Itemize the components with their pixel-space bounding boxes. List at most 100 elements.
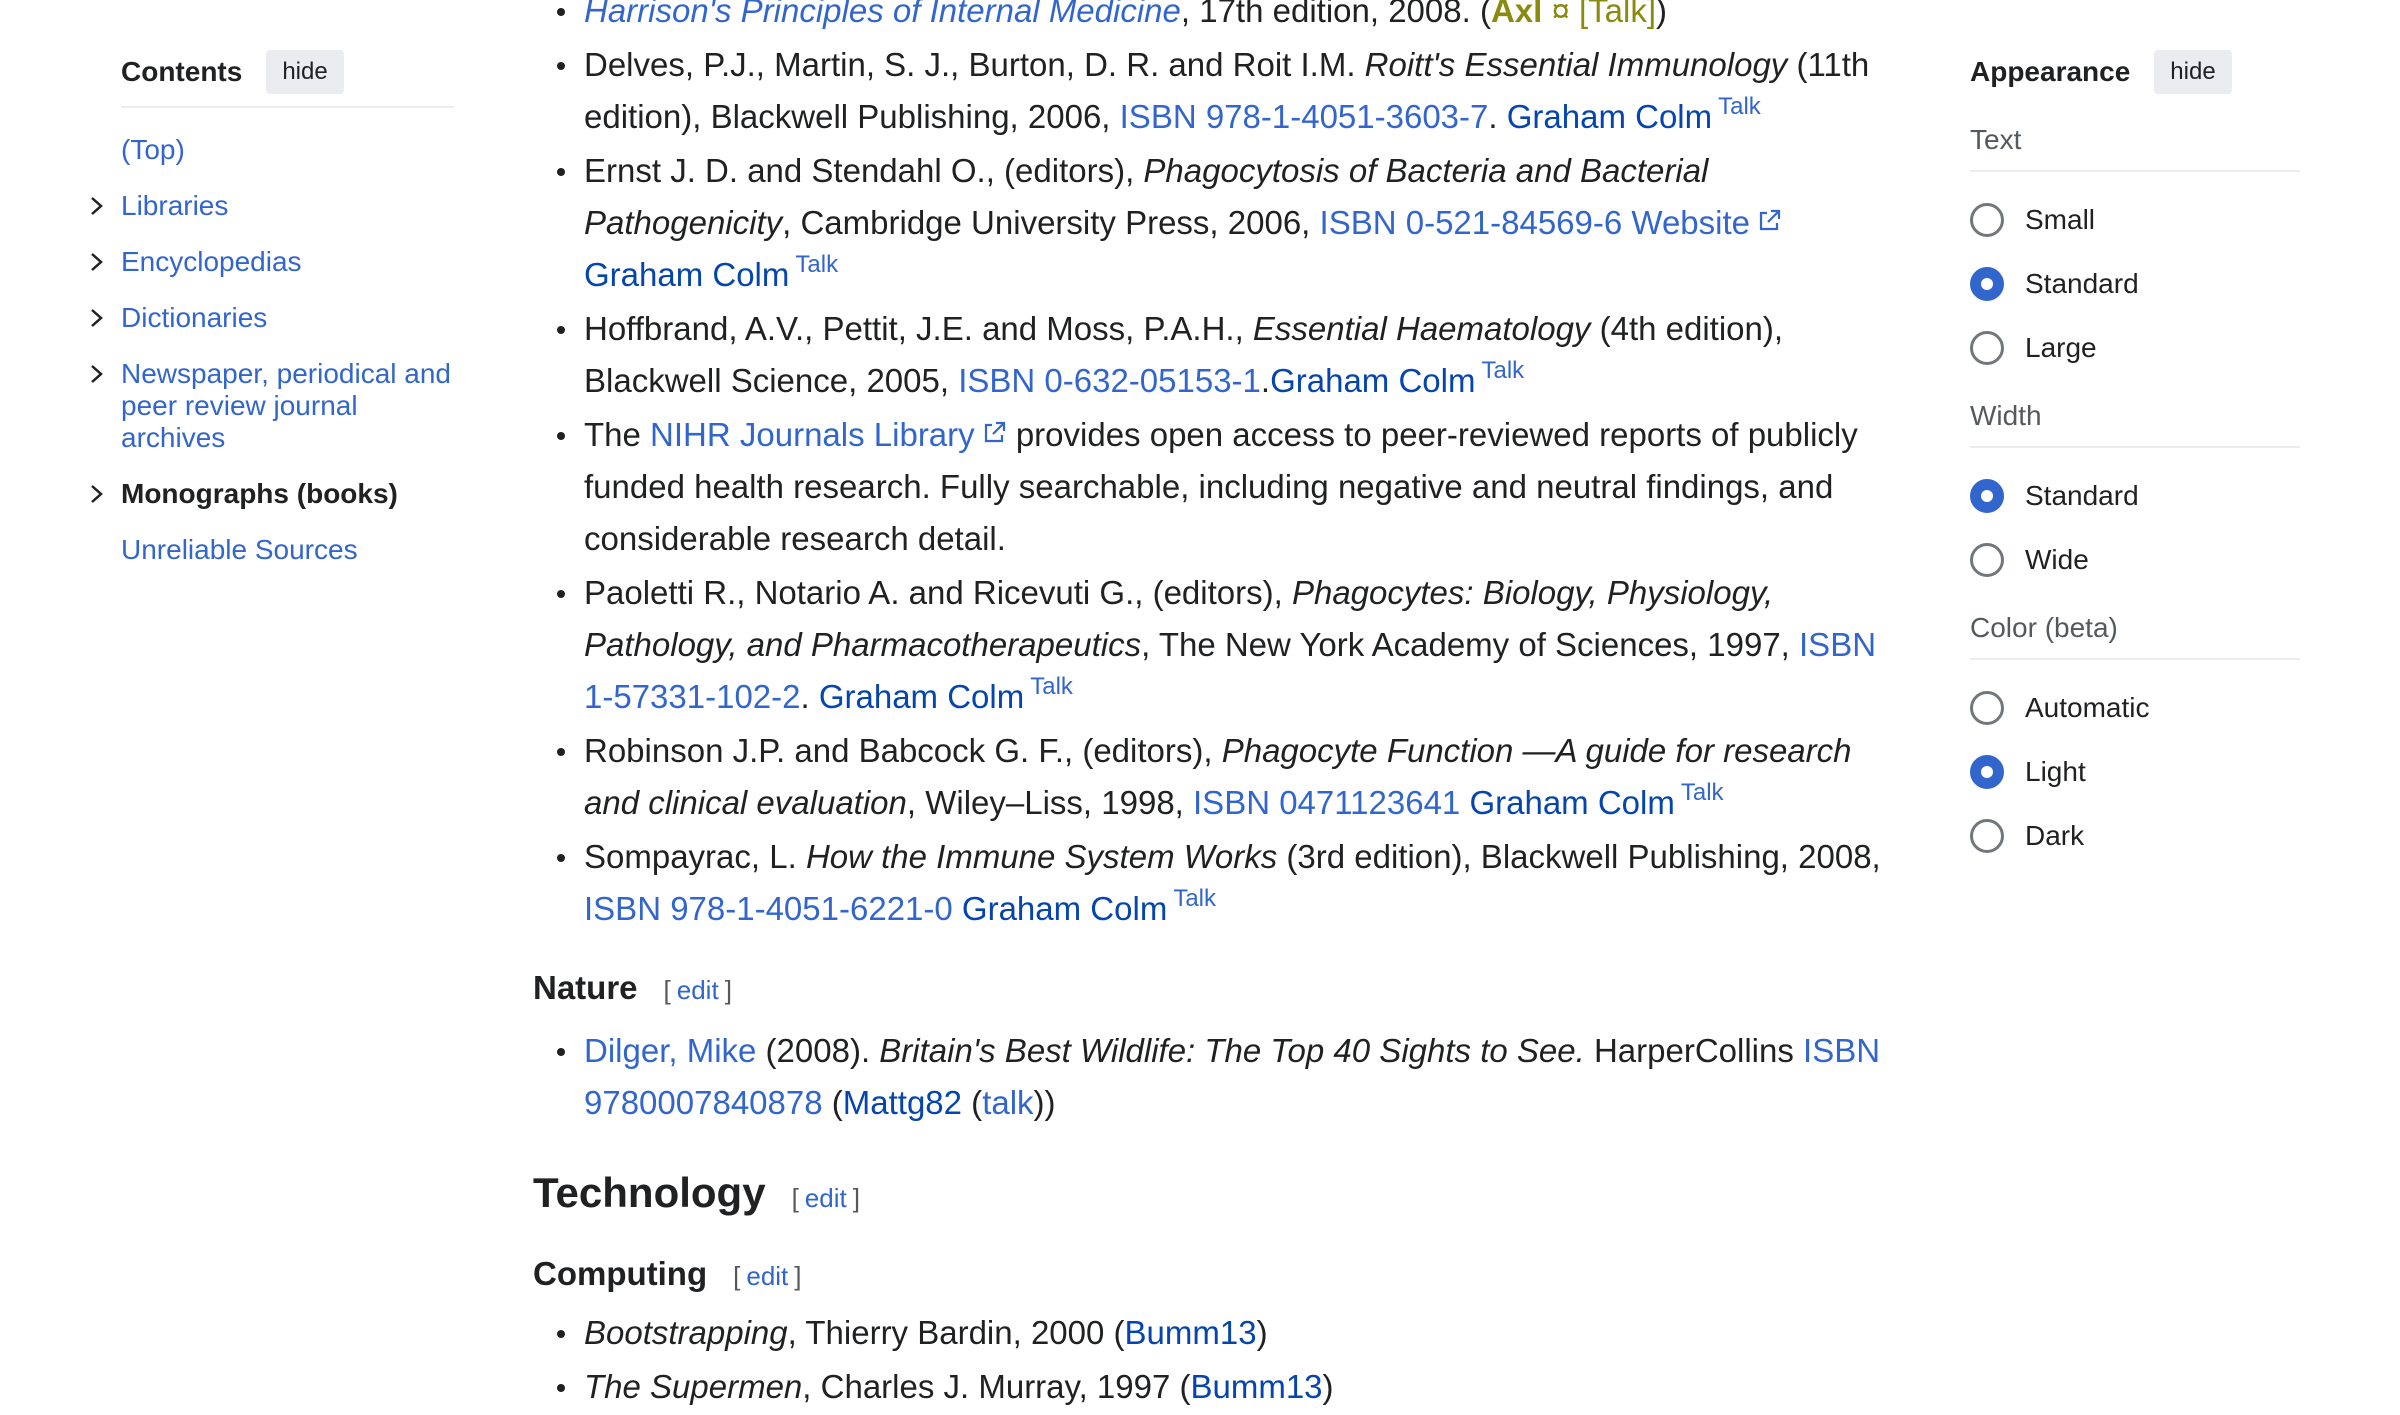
list-item: Paoletti R., Notario A. and Ricevuti G.,… [533,567,1893,723]
talk-link[interactable]: talk [982,1084,1033,1121]
text-size-standard-option[interactable]: Standard [1970,252,2300,316]
text-size-options: Small Standard Large [1970,188,2300,380]
talk-link[interactable]: Talk [1481,357,1524,384]
toc-item-dictionaries[interactable]: Dictionaries [91,302,454,334]
user-link[interactable]: Graham Colm [819,678,1024,715]
appearance-hide-button[interactable]: hide [2154,50,2232,94]
toc-item-label[interactable]: Libraries [121,190,228,221]
user-link[interactable]: Graham Colm [1469,784,1674,821]
chevron-right-icon[interactable] [85,190,109,222]
edit-section-link: [edit] [733,1261,802,1291]
toc-item-monographs[interactable]: Monographs (books) [91,478,454,510]
list-item: The NIHR Journals Library provides open … [533,409,1893,565]
website-link[interactable]: Website [1631,204,1782,241]
list-item: The Supermen, Charles J. Murray, 1997 (B… [533,1361,1893,1413]
user-link[interactable]: Graham Colm [584,256,789,293]
text-size-small-option[interactable]: Small [1970,188,2300,252]
section-heading-nature: Nature [edit] [533,969,732,1006]
option-label: Light [2025,756,2086,787]
list-item: Hoffbrand, A.V., Pettit, J.E. and Moss, … [533,303,1893,407]
edit-link[interactable]: edit [677,975,719,1005]
isbn-link[interactable]: ISBN 0471123641 [1193,784,1460,821]
option-label: Automatic [2025,692,2150,723]
reference-list: Bootstrapping, Thierry Bardin, 2000 (Bum… [533,1307,1893,1413]
text-size-label: Text [1970,124,2300,172]
talk-link[interactable]: [Talk] [1579,0,1656,29]
user-link[interactable]: Mattg82 [843,1084,962,1121]
width-options: Standard Wide [1970,464,2300,592]
book-title: How the Immune System Works [805,838,1278,875]
radio-button[interactable] [1970,543,2004,577]
toc-item-newspaper[interactable]: Newspaper, periodical and peer review jo… [91,358,454,454]
radio-button[interactable] [1970,755,2004,789]
color-dark-option[interactable]: Dark [1970,804,2300,868]
chevron-right-icon[interactable] [85,302,109,334]
color-options: Automatic Light Dark [1970,676,2300,868]
width-standard-option[interactable]: Standard [1970,464,2300,528]
book-title: Roitt's Essential Immunology [1364,46,1788,83]
edit-section-link: [edit] [663,975,732,1005]
user-link[interactable]: Bumm13 [1125,1314,1257,1351]
radio-button[interactable] [1970,691,2004,725]
radio-button[interactable] [1970,331,2004,365]
reference-list: Harrison's Principles of Internal Medici… [533,0,1893,935]
radio-button[interactable] [1970,479,2004,513]
isbn-link[interactable]: ISBN 978-1-4051-6221-0 [584,890,953,927]
user-link[interactable]: Graham Colm [1270,362,1475,399]
separator: ¤ [1542,0,1580,29]
color-light-option[interactable]: Light [1970,740,2300,804]
section-heading-computing: Computing [edit] [533,1255,802,1292]
user-link[interactable]: Graham Colm [962,890,1167,927]
book-title: Bootstrapping [584,1314,788,1351]
toc-hide-button[interactable]: hide [266,50,344,94]
radio-button[interactable] [1970,267,2004,301]
chevron-right-icon[interactable] [85,246,109,278]
toc-item-encyclopedias[interactable]: Encyclopedias [91,246,454,278]
isbn-link[interactable]: ISBN 978-1-4051-3603-7 [1120,98,1489,135]
toc-item-label[interactable]: Monographs (books) [121,478,398,509]
option-label: Standard [2025,480,2139,511]
user-link[interactable]: Axl [1491,0,1542,29]
chevron-right-icon[interactable] [85,478,109,510]
toc-item-top[interactable]: (Top) [121,134,454,166]
option-label: Small [2025,204,2096,235]
toc-item-label[interactable]: Unreliable Sources [121,534,358,565]
toc-item-unreliable-sources[interactable]: Unreliable Sources [121,534,454,566]
book-title-link[interactable]: Harrison's Principles of Internal Medici… [584,0,1181,29]
toc-item-label[interactable]: (Top) [121,134,185,165]
talk-link[interactable]: Talk [1718,93,1761,120]
talk-link[interactable]: Talk [1030,673,1073,700]
toc-item-label[interactable]: Dictionaries [121,302,267,333]
user-link[interactable]: Bumm13 [1190,1368,1322,1405]
text-size-large-option[interactable]: Large [1970,316,2300,380]
toc-list: (Top) Libraries Encyclopedias Dictionari… [91,134,454,566]
radio-button[interactable] [1970,203,2004,237]
toc-item-libraries[interactable]: Libraries [91,190,454,222]
radio-button[interactable] [1970,819,2004,853]
nihr-journals-link[interactable]: NIHR Journals Library [650,416,1007,453]
option-label: Large [2025,332,2097,363]
talk-link[interactable]: Talk [1173,885,1216,912]
list-item: Bootstrapping, Thierry Bardin, 2000 (Bum… [533,1307,1893,1359]
isbn-link[interactable]: ISBN 0-632-05153-1 [958,362,1261,399]
isbn-link[interactable]: ISBN 0-521-84569-6 [1320,204,1623,241]
talk-link[interactable]: Talk [1681,779,1724,806]
edit-link[interactable]: edit [746,1261,788,1291]
user-link[interactable]: Graham Colm [1507,98,1712,135]
color-automatic-option[interactable]: Automatic [1970,676,2300,740]
toc-item-label[interactable]: Newspaper, periodical and peer review jo… [121,358,451,453]
option-label: Dark [2025,820,2085,851]
author-link[interactable]: Dilger, Mike [584,1032,756,1069]
list-item: Sompayrac, L. How the Immune System Work… [533,831,1893,935]
chevron-right-icon[interactable] [85,358,109,390]
appearance-title: Appearance [1970,56,2131,87]
width-wide-option[interactable]: Wide [1970,528,2300,592]
book-title: The Supermen [584,1368,803,1405]
external-link-icon [1759,209,1781,231]
color-label: Color (beta) [1970,612,2300,660]
toc-item-label[interactable]: Encyclopedias [121,246,302,277]
list-item: Delves, P.J., Martin, S. J., Burton, D. … [533,39,1893,143]
edit-link[interactable]: edit [805,1183,847,1213]
talk-link[interactable]: Talk [795,251,838,278]
list-item: Robinson J.P. and Babcock G. F., (editor… [533,725,1893,829]
